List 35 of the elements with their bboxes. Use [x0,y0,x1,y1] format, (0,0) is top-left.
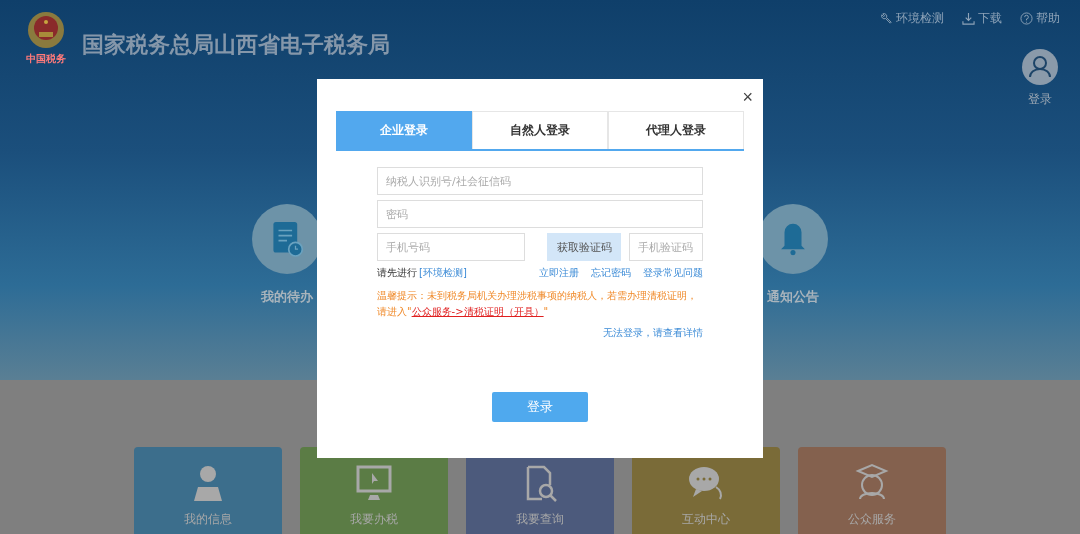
login-button[interactable]: 登录 [492,392,588,422]
download-icon [962,12,975,25]
help-link[interactable]: 无法登录，请查看详情 [603,326,703,340]
header-link[interactable]: 下载 [962,10,1002,27]
password-field[interactable]: 密码 [377,200,703,228]
header-link[interactable]: 帮助 [1020,10,1060,27]
login-tab[interactable]: 代理人登录 [608,111,744,149]
document-clock-icon [270,220,304,258]
emblem-icon [26,10,66,50]
taxpayer-id-field[interactable]: 纳税人识别号/社会征信码 [377,167,703,195]
monitor-icon [354,463,394,503]
form-link[interactable]: 忘记密码 [591,266,631,280]
env-check-link[interactable]: [环境检测] [419,266,467,280]
menu-tile[interactable]: 我的信息 [134,447,282,534]
close-button[interactable]: × [742,87,753,107]
logo-caption: 中国税务 [26,52,66,66]
get-code-button[interactable]: 获取验证码 [547,233,621,261]
header-link[interactable]: 环境检测 [880,10,944,27]
notice-link[interactable]: 公众服务->清税证明（开具） [411,306,544,317]
notice-text: 温馨提示：未到税务局机关办理涉税事项的纳税人，若需办理清税证明，请进入"公众服务->清税证明（开具）" [377,289,698,319]
feature-label[interactable]: 通知公告 [767,288,819,306]
login-link[interactable]: 登录 [1028,91,1052,108]
login-tab[interactable]: 自然人登录 [472,111,608,149]
prompt-text: 请先进行 [377,266,417,280]
help-icon [1020,12,1033,25]
phone-field[interactable]: 手机号码 [377,233,525,261]
menu-tile[interactable]: 公众服务 [798,447,946,534]
login-tab[interactable]: 企业登录 [336,111,472,149]
user-avatar-icon[interactable] [1022,49,1058,85]
wrench-icon [880,12,893,25]
sms-code-field[interactable]: 手机验证码 [629,233,703,261]
form-link[interactable]: 立即注册 [539,266,579,280]
feature-label[interactable]: 我的待办 [261,288,313,306]
form-link[interactable]: 登录常见问题 [643,266,703,280]
site-title: 国家税务总局山西省电子税务局 [82,31,390,59]
